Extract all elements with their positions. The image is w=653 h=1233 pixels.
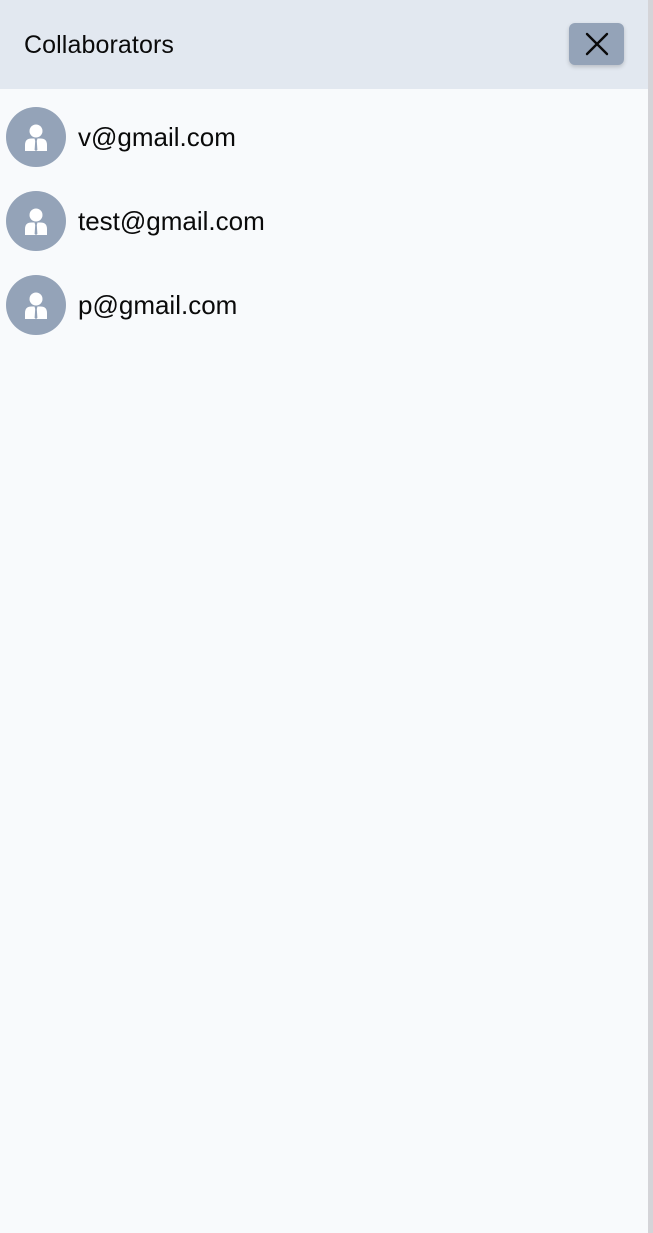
user-avatar-icon: [6, 191, 66, 251]
collaborator-item: v@gmail.com: [0, 107, 648, 167]
collaborator-email: v@gmail.com: [78, 122, 236, 152]
collaborator-email: test@gmail.com: [78, 206, 265, 236]
close-icon: [584, 31, 610, 57]
collaborator-list: v@gmail.com test@gmail.com p@gmail.com: [0, 107, 648, 359]
collaborator-email: p@gmail.com: [78, 290, 238, 320]
collaborator-item: p@gmail.com: [0, 275, 648, 335]
user-avatar-icon: [6, 107, 66, 167]
user-avatar-icon: [6, 275, 66, 335]
panel-header: Collaborators: [0, 0, 648, 89]
collaborators-panel: Collaborators v@gmail.com test@gmail.com…: [0, 0, 648, 1233]
collaborator-item: test@gmail.com: [0, 191, 648, 251]
panel-title: Collaborators: [24, 31, 174, 59]
panel-edge: [648, 0, 653, 1233]
close-button[interactable]: [569, 23, 624, 65]
